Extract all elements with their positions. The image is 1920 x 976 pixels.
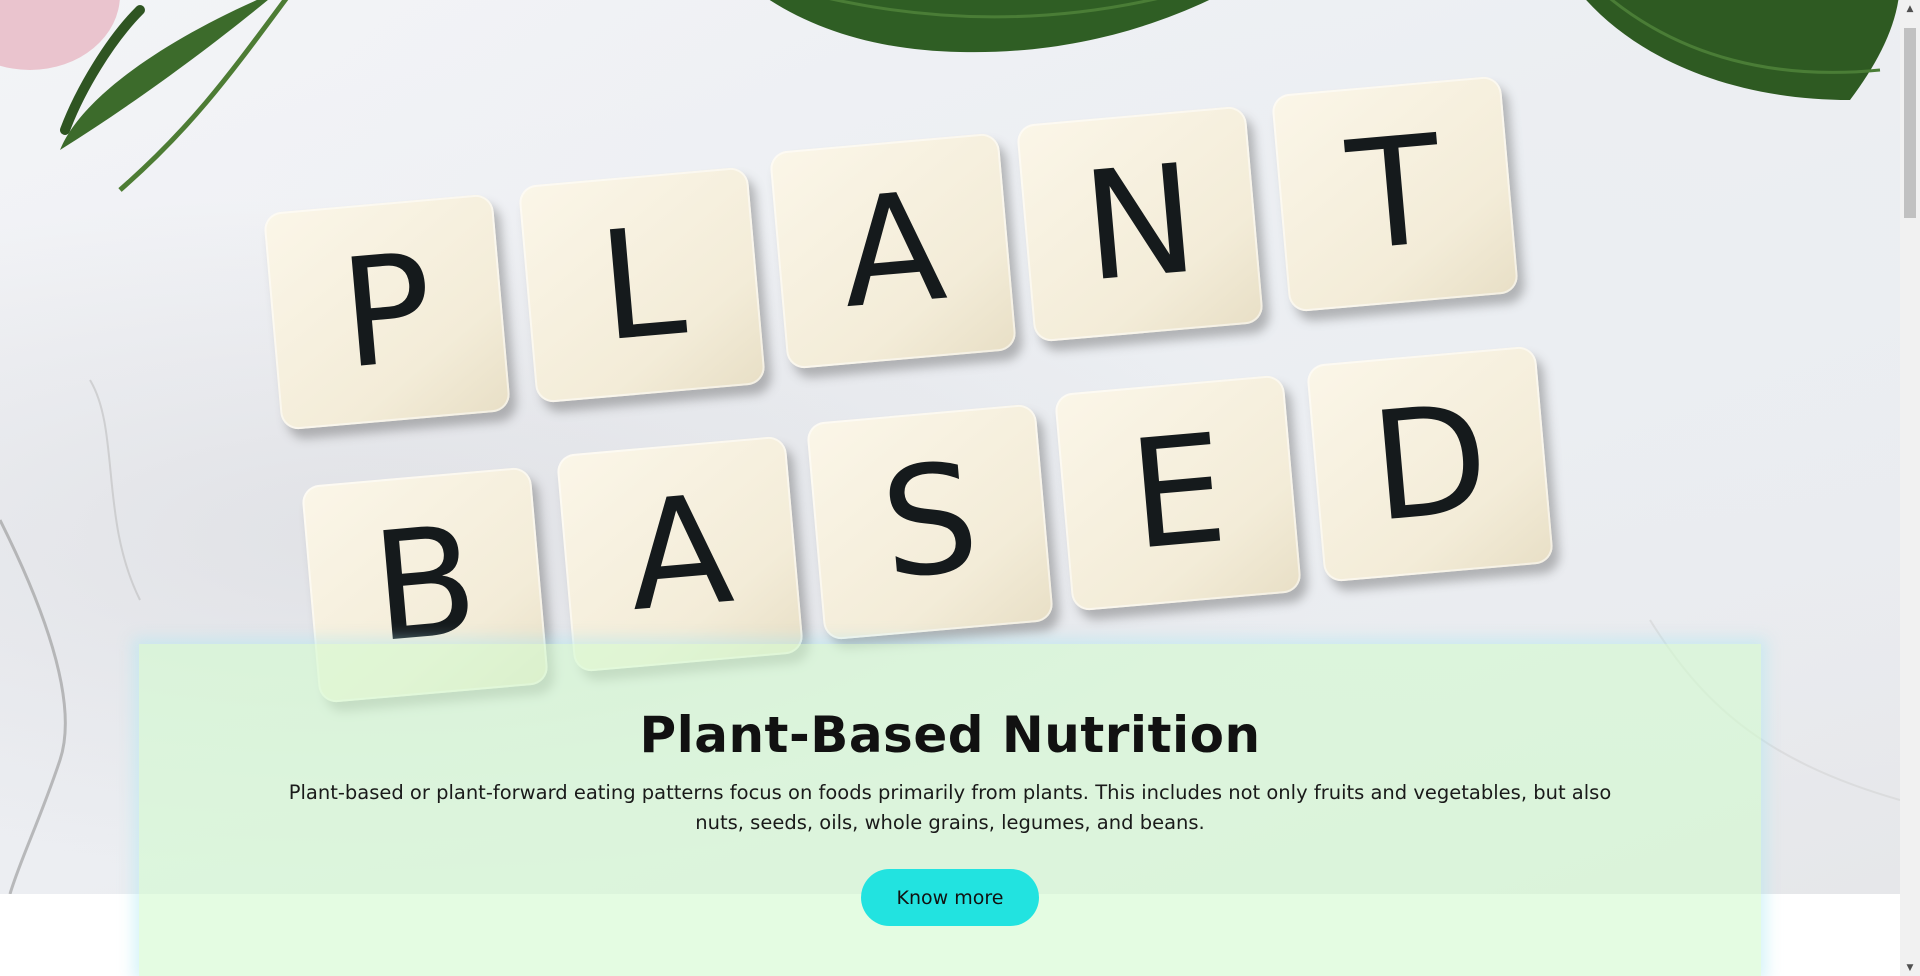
tile-e: E <box>1053 374 1303 612</box>
know-more-button[interactable]: Know more <box>861 869 1039 926</box>
card-description: Plant-based or plant-forward eating patt… <box>288 781 1612 834</box>
leaf-top-right <box>1586 0 1899 100</box>
tile-a2: A <box>555 435 805 673</box>
tile-l: L <box>517 166 767 404</box>
tile-p: P <box>262 193 512 431</box>
leaf-left <box>60 0 289 192</box>
vertical-scrollbar[interactable]: ▲ ▼ <box>1900 0 1920 976</box>
tile-t: T <box>1270 75 1520 313</box>
tile-n: N <box>1015 105 1265 343</box>
card-title: Plant-Based Nutrition <box>639 706 1261 764</box>
tile-d: D <box>1305 345 1555 583</box>
leaf-top-center <box>769 0 1210 53</box>
tile-s: S <box>805 403 1055 641</box>
tile-a: A <box>768 132 1018 370</box>
scroll-thumb[interactable] <box>1904 28 1916 218</box>
info-card: Plant-Based Nutrition Plant-based or pla… <box>139 644 1761 976</box>
scroll-down-icon[interactable]: ▼ <box>1900 959 1920 976</box>
scroll-up-icon[interactable]: ▲ <box>1900 0 1920 17</box>
